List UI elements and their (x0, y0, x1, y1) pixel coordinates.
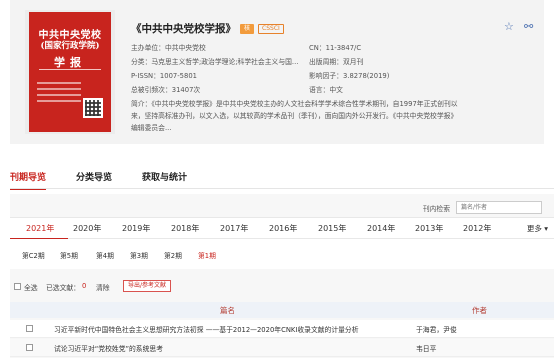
year-item[interactable]: 2014年 (367, 223, 395, 234)
article-author: 韦日平 (416, 345, 437, 353)
cssci-badge: CSSCI (258, 23, 284, 34)
journal-description: 简介：《中共中央党校学报》是中共中央党校主办的人文社会科学学术综合性学术期刊，自… (131, 100, 458, 132)
info-category: 分类：马克思主义哲学;政治学理论;科学社会主义与国... (131, 58, 299, 66)
cover-title-line3: 学报 (54, 56, 86, 69)
in-journal-search: 刊内检索 (423, 201, 542, 214)
table-row: 试论习近平对“党校姓党”的系统思考 韦日平 (10, 339, 554, 357)
selected-count: 0 (82, 282, 87, 290)
core-badge: 核 (240, 23, 255, 34)
column-header-title: 篇名 (220, 306, 235, 315)
journal-title-row: 《中共中央党校学报》 核 CSSCI (131, 21, 284, 36)
year-item[interactable]: 2019年 (122, 223, 150, 234)
article-title-link[interactable]: 习近平新时代中国特色社会主义思想研究方法初探 ——基于2012—2020年CNK… (54, 324, 359, 334)
selected-label: 已选文献： (46, 284, 80, 292)
select-all-label[interactable]: 全选 (24, 282, 38, 292)
year-item[interactable]: 2012年 (463, 223, 491, 234)
info-language: 语言：中文 (309, 86, 343, 94)
journal-cover[interactable]: 中共中央党校 (国家行政学院) 学报 (25, 10, 115, 134)
tab-access-stats[interactable]: 获取与统计 (142, 170, 187, 190)
info-citations: 总被引频次：31407次 (131, 86, 201, 94)
issue-item[interactable]: 第2期 (164, 250, 182, 260)
select-all-checkbox[interactable] (14, 283, 21, 290)
clear-link[interactable]: 清除 (96, 282, 110, 292)
year-item[interactable]: 2018年 (171, 223, 199, 234)
info-organizer: 主办单位：中共中央党校 (131, 44, 206, 52)
year-item[interactable]: 2017年 (220, 223, 248, 234)
year-selector: 2021年 2020年 2019年 2018年 2017年 2016年 2015… (10, 217, 554, 240)
year-item[interactable]: 2015年 (318, 223, 346, 234)
journal-title: 《中共中央党校学报》 (131, 23, 236, 35)
row-checkbox[interactable] (26, 325, 33, 332)
export-button[interactable]: 导出/参考文献 (123, 280, 172, 292)
article-title-link[interactable]: 试论习近平对“党校姓党”的系统思考 (54, 343, 163, 353)
issue-item[interactable]: 第4期 (96, 250, 114, 260)
issue-list: 第C2期 第5期 第4期 第3期 第2期 第1期 (10, 239, 554, 269)
tabs-divider (10, 188, 554, 189)
list-toolbar: 全选 已选文献： 0 清除 导出/参考文献 (10, 280, 554, 294)
row-checkbox[interactable] (26, 344, 33, 351)
issue-panel: 刊内检索 2021年 2020年 2019年 2018年 2017年 2016年… (10, 194, 554, 358)
year-item[interactable]: 2020年 (73, 223, 101, 234)
info-frequency: 出版周期：双月刊 (309, 58, 364, 66)
issue-item[interactable]: 第3期 (130, 250, 148, 260)
info-pissn: P-ISSN：1007-5801 (131, 72, 197, 80)
share-icon[interactable]: ⚯ (524, 20, 533, 33)
qr-code-icon (83, 98, 103, 118)
table-header: 篇名 作者 (10, 302, 554, 318)
cover-divider (39, 69, 101, 70)
journal-header: 中共中央党校 (国家行政学院) 学报 《中共中央党校学报》 核 CSSCI ☆ … (10, 0, 544, 144)
table-row: 习近平新时代中国特色社会主义思想研究方法初探 ——基于2012—2020年CNK… (10, 320, 554, 338)
issue-item[interactable]: 第5期 (60, 250, 78, 260)
main-tabs: 刊期导览 分类导览 获取与统计 (10, 170, 217, 190)
tab-issue-browse[interactable]: 刊期导览 (10, 170, 47, 190)
column-header-author: 作者 (472, 306, 487, 315)
cover-text-lines (37, 82, 81, 106)
search-input[interactable] (456, 201, 542, 214)
year-item[interactable]: 2013年 (415, 223, 443, 234)
year-item[interactable]: 2021年 (26, 223, 54, 234)
tab-category-browse[interactable]: 分类导览 (76, 170, 112, 190)
issue-item-selected[interactable]: 第1期 (198, 250, 216, 260)
favorite-star-icon[interactable]: ☆ (504, 20, 514, 33)
info-cn: CN：11-3847/C (309, 44, 362, 52)
year-item[interactable]: 2016年 (269, 223, 297, 234)
issue-item[interactable]: 第C2期 (22, 250, 45, 260)
cover-title-line2: (国家行政学院) (40, 41, 100, 51)
article-author: 于海君，尹俊 (416, 326, 457, 334)
info-impact-factor: 影响因子：3.8278(2019) (309, 72, 390, 80)
search-label: 刊内检索 (422, 204, 450, 213)
more-years-dropdown[interactable]: 更多 ▾ (527, 223, 548, 234)
